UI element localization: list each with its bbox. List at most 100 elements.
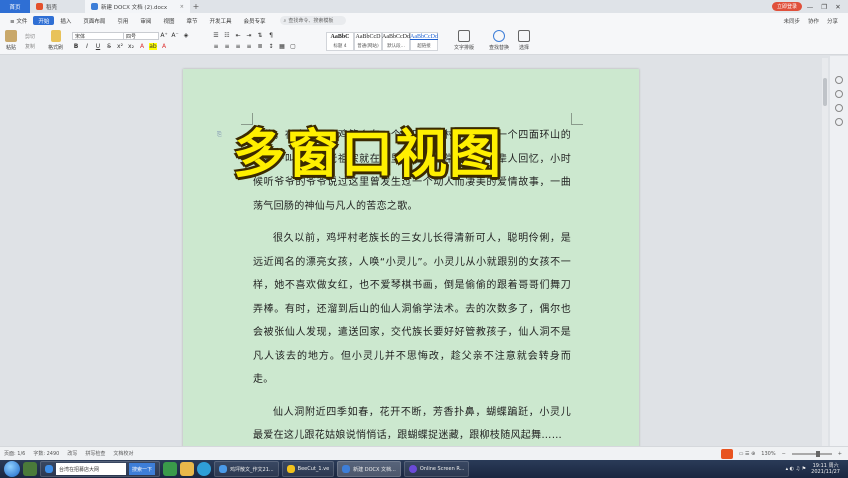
menu-file[interactable]: ≡ 文件: [4, 13, 33, 28]
line-spacing-icon[interactable]: ↕: [267, 43, 275, 50]
menu-review[interactable]: 审阅: [134, 13, 157, 28]
restore-button[interactable]: ❐: [818, 3, 830, 11]
taskbar-app-icon[interactable]: [163, 462, 178, 476]
collaborate-button[interactable]: 协作: [808, 17, 819, 25]
align-center-icon[interactable]: ≡: [223, 43, 231, 50]
zoom-out-icon[interactable]: −: [782, 451, 786, 457]
minimize-button[interactable]: —: [804, 3, 816, 11]
tab-document[interactable]: 新建 DOCX 文档 (2).docx ×: [85, 0, 190, 13]
browser-icon[interactable]: [197, 462, 212, 476]
tab-straw[interactable]: 稻壳: [30, 0, 85, 13]
menu-page-layout[interactable]: 页面布局: [77, 13, 111, 28]
distribute-icon[interactable]: ≣: [256, 43, 264, 50]
highlight-icon[interactable]: ab: [149, 43, 157, 50]
paragraph[interactable]: 仙人洞附近四季如春，花开不断，芳香扑鼻，蝴蝶蹁跹，小灵儿最爱在这儿跟花姑娘说悄悄…: [253, 401, 571, 447]
help-icon[interactable]: [835, 118, 843, 126]
paragraph[interactable]: 很久以前，鸡坪村老族长的三女儿长得清新可人，聪明伶俐，是远近闻名的漂亮女孩，人唤…: [253, 227, 571, 392]
menu-sections[interactable]: 章节: [180, 13, 203, 28]
bold-button[interactable]: B: [72, 43, 80, 50]
cut-button[interactable]: 剪切: [25, 33, 35, 40]
sort-icon[interactable]: ⇅: [256, 32, 264, 39]
vertical-scrollbar[interactable]: [822, 58, 828, 446]
numbered-list-icon[interactable]: ☷: [223, 32, 231, 39]
text-layout-button[interactable]: 文字排版: [454, 30, 474, 51]
scrollbar-thumb[interactable]: [823, 78, 827, 106]
text-effect-icon[interactable]: A: [160, 43, 168, 50]
menu-insert[interactable]: 插入: [54, 13, 77, 28]
strikethrough-icon[interactable]: S̶: [105, 43, 113, 50]
word-count[interactable]: 字数: 2490: [33, 450, 59, 457]
view-mode-icon[interactable]: ▭ ☰ ⊕: [739, 451, 756, 457]
edit-icon[interactable]: [835, 90, 843, 98]
taskbar-search-input[interactable]: 台湾在招募店大网: [56, 463, 126, 475]
zoom-slider-knob[interactable]: [815, 450, 820, 457]
zoom-in-icon[interactable]: +: [838, 451, 842, 457]
menu-references[interactable]: 引用: [111, 13, 134, 28]
format-painter-button[interactable]: 格式刷: [48, 30, 63, 51]
menu-home[interactable]: 开始: [33, 16, 55, 25]
zoom-level[interactable]: 130%: [761, 451, 775, 457]
close-window-button[interactable]: ✕: [832, 3, 844, 11]
subscript-icon[interactable]: x₂: [127, 43, 135, 50]
menu-view[interactable]: 视图: [157, 13, 180, 28]
zoom-slider[interactable]: [791, 450, 832, 457]
italic-button[interactable]: I: [83, 43, 91, 50]
show-marks-icon[interactable]: ¶: [267, 32, 275, 39]
menu-developer[interactable]: 开发工具: [203, 13, 237, 28]
taskbar-item-screen-recorder[interactable]: Online Screen R...: [403, 461, 470, 477]
clear-format-icon[interactable]: ◈: [182, 32, 190, 39]
copy-button[interactable]: 复制: [25, 43, 35, 50]
page-count[interactable]: 页面: 1/6: [4, 450, 25, 457]
bullet-list-icon[interactable]: ☰: [212, 32, 220, 39]
sync-status[interactable]: 未同步: [783, 17, 800, 25]
font-size-select[interactable]: 四号: [123, 32, 159, 40]
add-tab-button[interactable]: +: [190, 2, 202, 11]
indent-icon[interactable]: ⇥: [245, 32, 253, 39]
clipboard-icon: [5, 30, 17, 42]
window-controls: 立即登录 — ❐ ✕: [771, 2, 848, 11]
document-page[interactable]: ⎘ 相传，在宁国西县鸡笼乡有一个寨叫鸡笼村，这里有一个四面环山的小村子叫鸡笼，老…: [183, 69, 639, 446]
menu-member[interactable]: 会员专享: [237, 13, 271, 28]
tray-icons[interactable]: ▴ ◐ ♫ ⚑: [786, 466, 807, 472]
align-left-icon[interactable]: ≡: [212, 43, 220, 50]
paragraph-handle-icon[interactable]: ⎘: [217, 131, 222, 139]
login-button[interactable]: 立即登录: [771, 2, 802, 11]
font-color-icon[interactable]: A: [138, 43, 146, 50]
document-proof[interactable]: 文档校对: [113, 450, 133, 457]
style-heading4[interactable]: AaBbC 标题 4: [326, 32, 354, 51]
close-tab-icon[interactable]: ×: [180, 4, 184, 10]
select-button[interactable]: 选择: [518, 30, 530, 51]
pointer-icon[interactable]: [835, 76, 843, 84]
style-normal-web[interactable]: AaBbCcD 普通(网站): [354, 32, 382, 51]
folder-icon[interactable]: [180, 462, 195, 476]
style-default-para[interactable]: AaBbCcDd 默认段...: [382, 32, 410, 51]
tab-home[interactable]: 首页: [0, 0, 30, 13]
share-button[interactable]: 分享: [827, 17, 838, 25]
taskbar-item-document[interactable]: 新建 DOCX 文档...: [337, 461, 401, 477]
start-button[interactable]: [4, 461, 20, 477]
settings-icon[interactable]: [835, 104, 843, 112]
windows-taskbar: 台湾在招募店大网 搜索一下 鸡坪散文_作文21... BeeCut_1.ve 新…: [0, 460, 848, 478]
underline-button[interactable]: U: [94, 43, 102, 50]
taskbar-search-button[interactable]: 搜索一下: [129, 463, 156, 475]
command-search[interactable]: ⌕ 查找命令、搜索模板: [279, 16, 346, 25]
font-name-select[interactable]: 宋体: [72, 32, 124, 40]
shrink-font-icon[interactable]: A⁻: [171, 32, 179, 39]
align-right-icon[interactable]: ≡: [234, 43, 242, 50]
superscript-icon[interactable]: x²: [116, 43, 124, 50]
taskbar-item-essay[interactable]: 鸡坪散文_作文21...: [214, 461, 279, 477]
justify-icon[interactable]: ≡: [245, 43, 253, 50]
taskbar-app-icon[interactable]: [23, 462, 37, 476]
overwrite-mode[interactable]: 改写: [67, 450, 77, 457]
find-replace-button[interactable]: 查找替换: [489, 30, 509, 51]
taskbar-item-beecut[interactable]: BeeCut_1.ve: [281, 461, 335, 477]
shading-icon[interactable]: ▦: [278, 43, 286, 50]
outdent-icon[interactable]: ⇤: [234, 32, 242, 39]
taskbar-ie-search[interactable]: 台湾在招募店大网 搜索一下: [40, 461, 161, 477]
spell-check[interactable]: 拼写检查: [85, 450, 105, 457]
style-hyperlink[interactable]: AaBbCcDd 超链接: [410, 32, 438, 51]
paste-button[interactable]: 粘贴: [5, 30, 17, 51]
clock[interactable]: 19:11 周六 2021/11/27: [811, 463, 840, 475]
grow-font-icon[interactable]: A⁺: [160, 32, 168, 39]
border-icon[interactable]: ▢: [289, 43, 297, 50]
